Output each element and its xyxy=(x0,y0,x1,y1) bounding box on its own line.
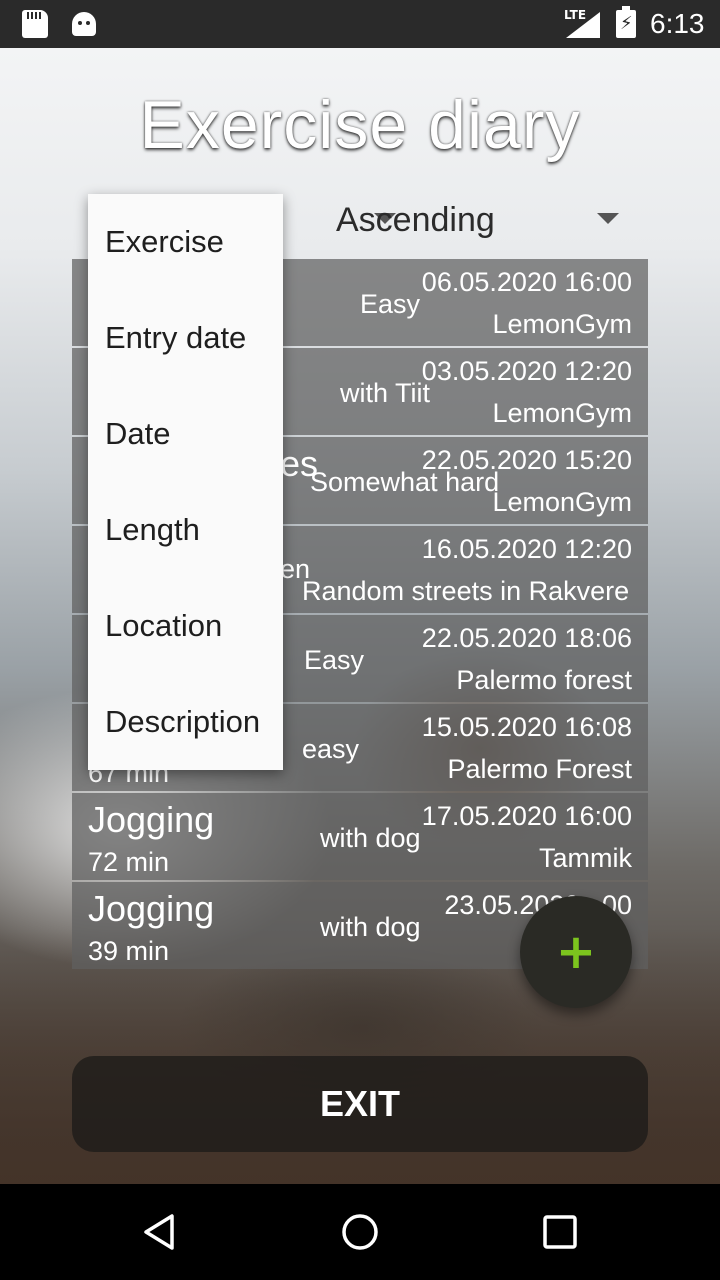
exercise-location: Tammik xyxy=(539,843,632,873)
home-icon[interactable] xyxy=(340,1212,380,1252)
exercise-date: 16.05.2020 12:20 xyxy=(421,534,632,564)
exercise-description: with dog xyxy=(320,912,421,942)
sd-card-icon xyxy=(22,10,48,38)
exercise-date: 06.05.2020 16:00 xyxy=(421,267,632,297)
plus-icon: + xyxy=(555,924,597,980)
status-time: 6:13 xyxy=(650,8,705,39)
sort-order-spinner[interactable]: Ascending xyxy=(336,195,636,247)
dropdown-option-length[interactable]: Length xyxy=(88,482,283,578)
exercise-location: LemonGym xyxy=(492,487,632,517)
signal-icon xyxy=(566,12,600,38)
recents-icon[interactable] xyxy=(540,1212,580,1252)
exercise-description: Easy xyxy=(304,645,365,675)
exercise-date: 22.05.2020 18:06 xyxy=(421,623,632,653)
exercise-description: with Tiit xyxy=(340,378,431,408)
exercise-location: Palermo Forest xyxy=(447,754,632,784)
exercise-description: Random streets in Rakvere xyxy=(302,576,630,606)
exercise-date: 22.05.2020 15:20 xyxy=(421,445,632,475)
exercise-name: Jogging xyxy=(88,888,215,929)
back-icon[interactable] xyxy=(140,1212,180,1252)
battery-charging-icon: ⚡ xyxy=(616,6,636,38)
add-entry-button[interactable]: + xyxy=(520,896,632,1008)
exercise-location: LemonGym xyxy=(492,309,632,339)
dropdown-option-location[interactable]: Location xyxy=(88,578,283,674)
dropdown-option-date[interactable]: Date xyxy=(88,386,283,482)
chevron-down-icon xyxy=(597,213,619,224)
exercise-name: Jogging xyxy=(88,799,215,840)
status-bar: LTE ⚡ 6:13 xyxy=(0,0,720,48)
exercise-description: Easy xyxy=(360,289,421,319)
android-icon xyxy=(72,12,96,36)
exercise-date: 17.05.2020 16:00 xyxy=(421,801,632,831)
sort-order-value: Ascending xyxy=(336,201,495,239)
dropdown-option-description[interactable]: Description xyxy=(88,674,283,770)
exercise-date: 03.05.2020 12:20 xyxy=(421,356,632,386)
sort-field-dropdown: Exercise Entry date Date Length Location… xyxy=(88,194,283,770)
list-item[interactable]: Jogging 72 min with dog 17.05.2020 16:00… xyxy=(72,793,648,880)
exit-button[interactable]: EXIT xyxy=(72,1056,648,1152)
navigation-bar xyxy=(0,1184,720,1280)
exercise-date: 15.05.2020 16:08 xyxy=(421,712,632,742)
exercise-location: LemonGym xyxy=(492,398,632,428)
dropdown-option-entry-date[interactable]: Entry date xyxy=(88,290,283,386)
exercise-description: with dog xyxy=(320,823,421,853)
exercise-location: Palermo forest xyxy=(456,665,632,695)
exercise-length: 72 min xyxy=(88,847,170,877)
page-title: Exercise diary xyxy=(139,87,581,163)
dropdown-option-exercise[interactable]: Exercise xyxy=(88,194,283,290)
exercise-length: 39 min xyxy=(88,936,170,966)
exercise-description: easy xyxy=(302,734,360,764)
